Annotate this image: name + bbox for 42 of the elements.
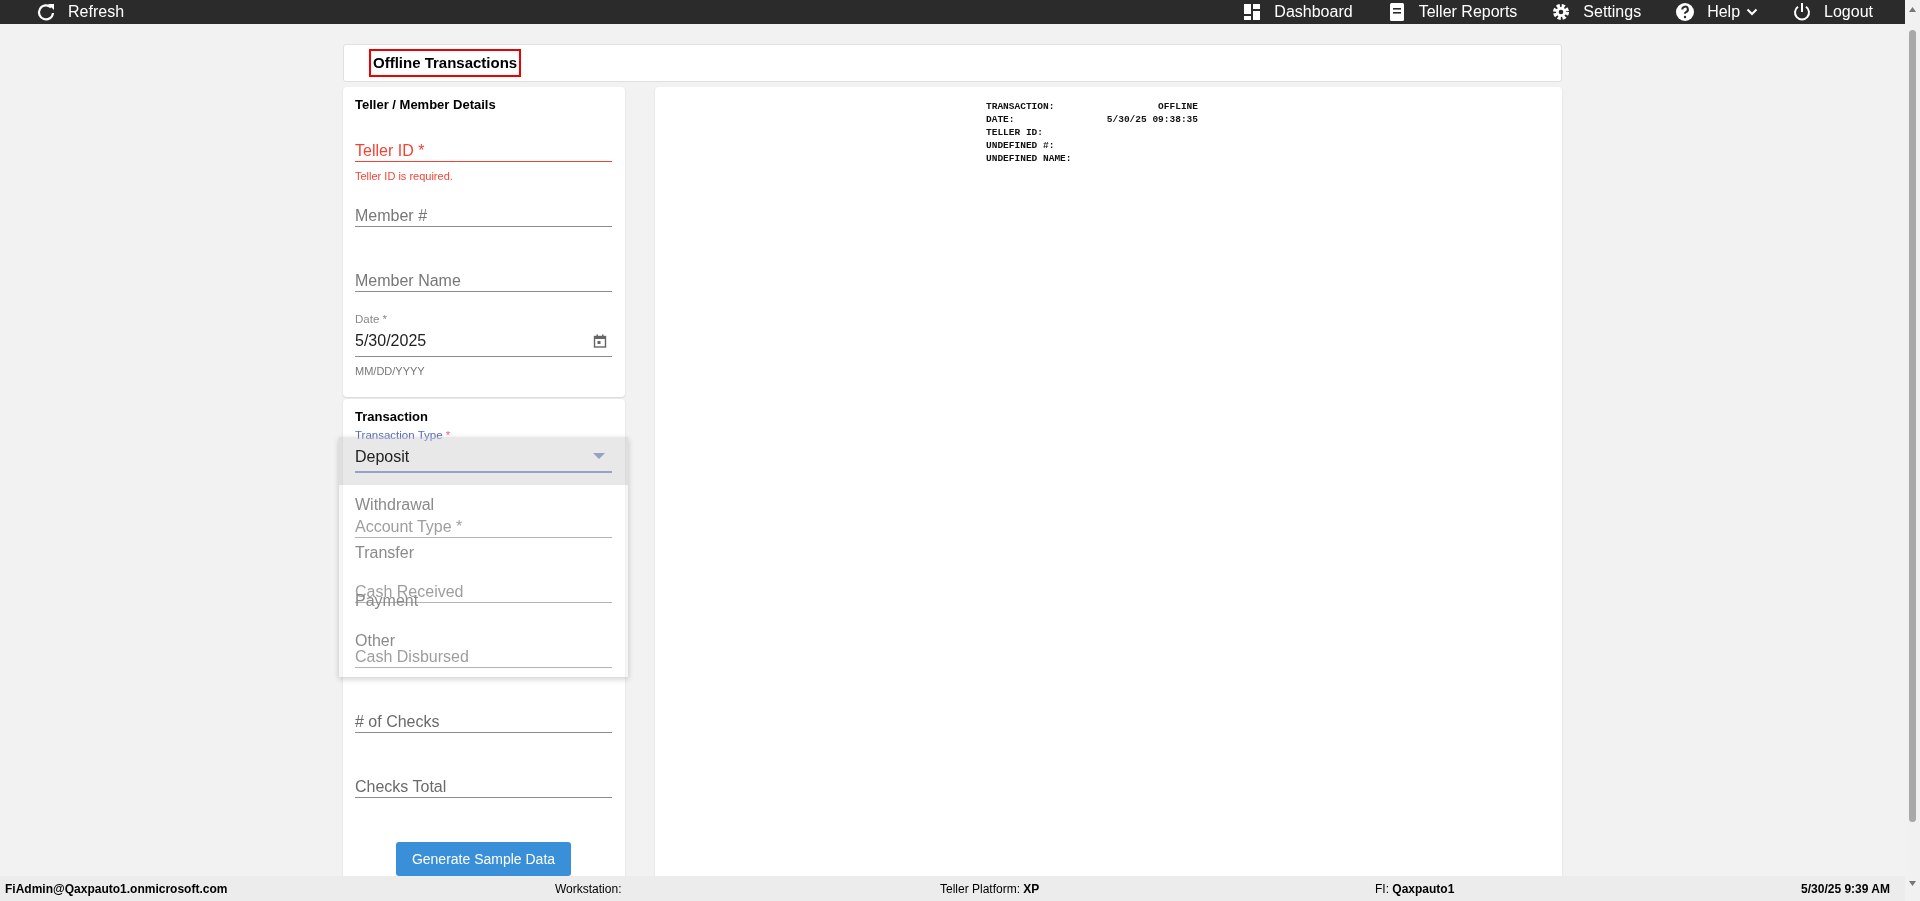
section-title: Teller / Member Details	[355, 96, 497, 114]
input-field[interactable]: Cash Disbursed	[355, 646, 612, 668]
input-field[interactable]: Teller ID *	[355, 140, 612, 162]
input-field[interactable]: Member Name	[355, 270, 612, 292]
nav-link[interactable]: Dashboard	[1242, 0, 1353, 24]
datetime-label: 5/30/25 9:39 AM	[1801, 880, 1890, 898]
input-field[interactable]: # of Checks	[355, 711, 612, 733]
workstation-label: Workstation:	[555, 880, 622, 898]
field-label: Date *	[355, 313, 387, 325]
hint-text: MM/DD/YYYY	[355, 364, 426, 379]
nav-link[interactable]: Refresh	[36, 0, 125, 24]
nav-link[interactable]: Help	[1675, 0, 1759, 24]
receipt-label: UNDEFINED #:	[986, 139, 1055, 152]
receipt-value: OFFLINE	[1158, 100, 1198, 113]
dropdown-caret-icon	[592, 452, 606, 460]
nav-link[interactable]: Settings	[1551, 0, 1642, 24]
receipt-label: TELLER ID:	[986, 126, 1043, 139]
dropdown-option[interactable]: Other	[355, 633, 395, 649]
nav-link[interactable]: Logout	[1792, 0, 1873, 24]
calendar-icon[interactable]	[593, 333, 607, 348]
receipt-label: DATE:	[986, 113, 1015, 126]
receipt-label: UNDEFINED NAME:	[986, 152, 1072, 165]
nav-link[interactable]: Teller Reports	[1386, 0, 1518, 24]
power-icon	[1792, 2, 1813, 22]
date-field[interactable]: 5/30/2025	[355, 325, 612, 357]
field-label: Transaction Type	[355, 429, 443, 441]
dashboard-icon	[1242, 2, 1263, 22]
fi-label: FI: Qaxpauto1	[1375, 880, 1455, 898]
user-email: FiAdmin@Qaxpauto1.onmicrosoft.com	[5, 880, 228, 898]
error-message: Teller ID is required.	[355, 169, 454, 184]
section-title: Transaction	[355, 409, 429, 425]
dropdown-option[interactable]: Deposit	[355, 449, 410, 465]
page-title: Offline Transactions	[369, 48, 522, 78]
required-mark: *	[444, 429, 451, 441]
dropdown-option[interactable]: Withdrawal	[355, 497, 435, 513]
platform-label: Teller Platform: XP	[940, 880, 1040, 898]
input-field[interactable]: Checks Total	[355, 776, 612, 798]
refresh-icon	[36, 2, 56, 22]
input-field[interactable]: Member #	[355, 205, 612, 227]
receipt-value: 5/30/25 09:38:35	[1106, 113, 1198, 126]
receipt-label: TRANSACTION:	[986, 100, 1055, 113]
input-field[interactable]: Account Type *	[355, 516, 612, 538]
